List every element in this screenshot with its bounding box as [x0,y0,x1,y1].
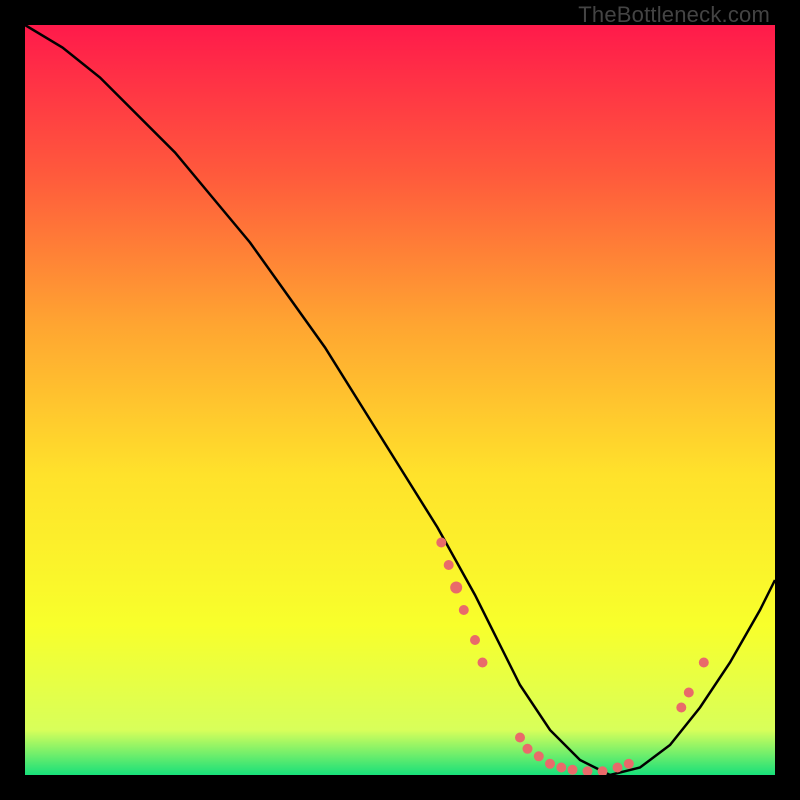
curve-marker [478,658,488,668]
curve-marker [699,658,709,668]
curve-marker [459,605,469,615]
curve-marker [523,744,533,754]
chart-background-gradient [25,25,775,775]
curve-marker [684,688,694,698]
curve-marker [444,560,454,570]
chart-frame [25,25,775,775]
curve-marker [534,751,544,761]
curve-marker [624,759,634,769]
watermark-text: TheBottleneck.com [578,2,770,28]
bottleneck-chart [25,25,775,775]
curve-marker [676,703,686,713]
curve-marker [556,763,566,773]
curve-marker [436,538,446,548]
curve-marker [545,759,555,769]
curve-marker [515,733,525,743]
curve-marker [470,635,480,645]
curve-marker [613,763,623,773]
curve-marker [450,582,462,594]
curve-marker [568,765,578,775]
